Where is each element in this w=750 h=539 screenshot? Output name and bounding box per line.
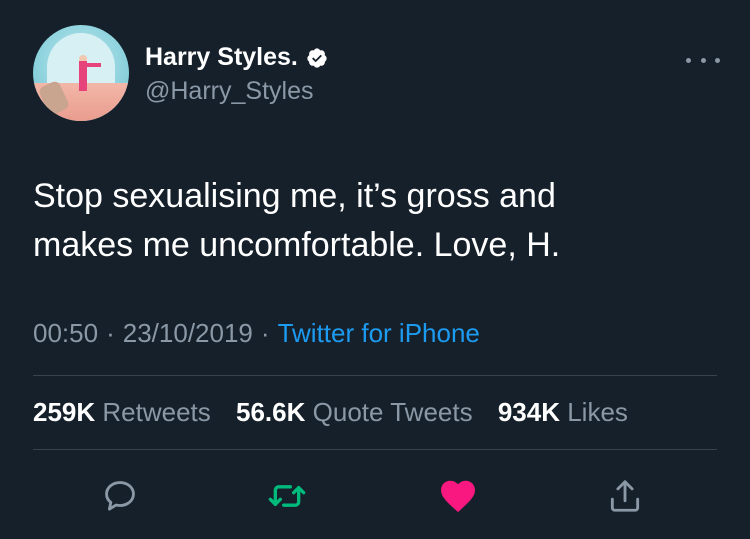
tweet-time[interactable]: 00:50 [33,318,98,348]
tweet-text: Stop sexualising me, it’s gross and make… [33,177,561,264]
tweet-meta: 00:50 · 23/10/2019 · Twitter for iPhone [33,318,480,349]
quote-tweets-count: 56.6K [236,397,306,427]
share-button[interactable] [603,474,647,518]
divider [33,449,717,450]
divider [33,375,717,376]
action-bar [0,470,750,520]
retweet-button[interactable] [265,474,309,518]
avatar-figure-body [79,61,87,91]
quote-tweets-stat[interactable]: 56.6K Quote Tweets [236,397,473,427]
share-icon [610,480,640,512]
tweet-source-link[interactable]: Twitter for iPhone [278,318,480,348]
retweets-label: Retweets [102,397,211,427]
retweet-icon [268,485,306,507]
user-handle[interactable]: @Harry_Styles [145,77,313,106]
avatar-figure-arm [87,63,101,67]
verified-badge-icon [307,47,327,68]
more-dot [715,57,720,63]
more-dot [686,57,691,63]
more-dot [700,57,706,63]
meta-separator: · [106,318,115,348]
tweet-header: Harry Styles. @Harry_Styles [33,25,720,125]
reply-button[interactable] [98,474,142,518]
tweet-date[interactable]: 23/10/2019 [123,318,253,348]
likes-stat[interactable]: 934K Likes [498,397,628,427]
meta-separator: · [260,318,270,348]
tweet-stats: 259K Retweets 56.6K Quote Tweets 934K Li… [33,397,646,428]
likes-count: 934K [497,397,560,427]
like-button[interactable] [436,474,480,518]
avatar[interactable] [33,25,129,121]
retweets-stat[interactable]: 259K Retweets [33,397,211,427]
display-name[interactable]: Harry Styles. [145,43,298,72]
reply-icon [105,481,135,511]
retweets-count: 259K [33,397,96,427]
like-icon [441,480,475,513]
more-options-icon[interactable] [686,53,720,67]
quote-tweets-label: Quote Tweets [312,397,473,427]
likes-label: Likes [567,397,628,427]
name-row: Harry Styles. [145,43,328,72]
